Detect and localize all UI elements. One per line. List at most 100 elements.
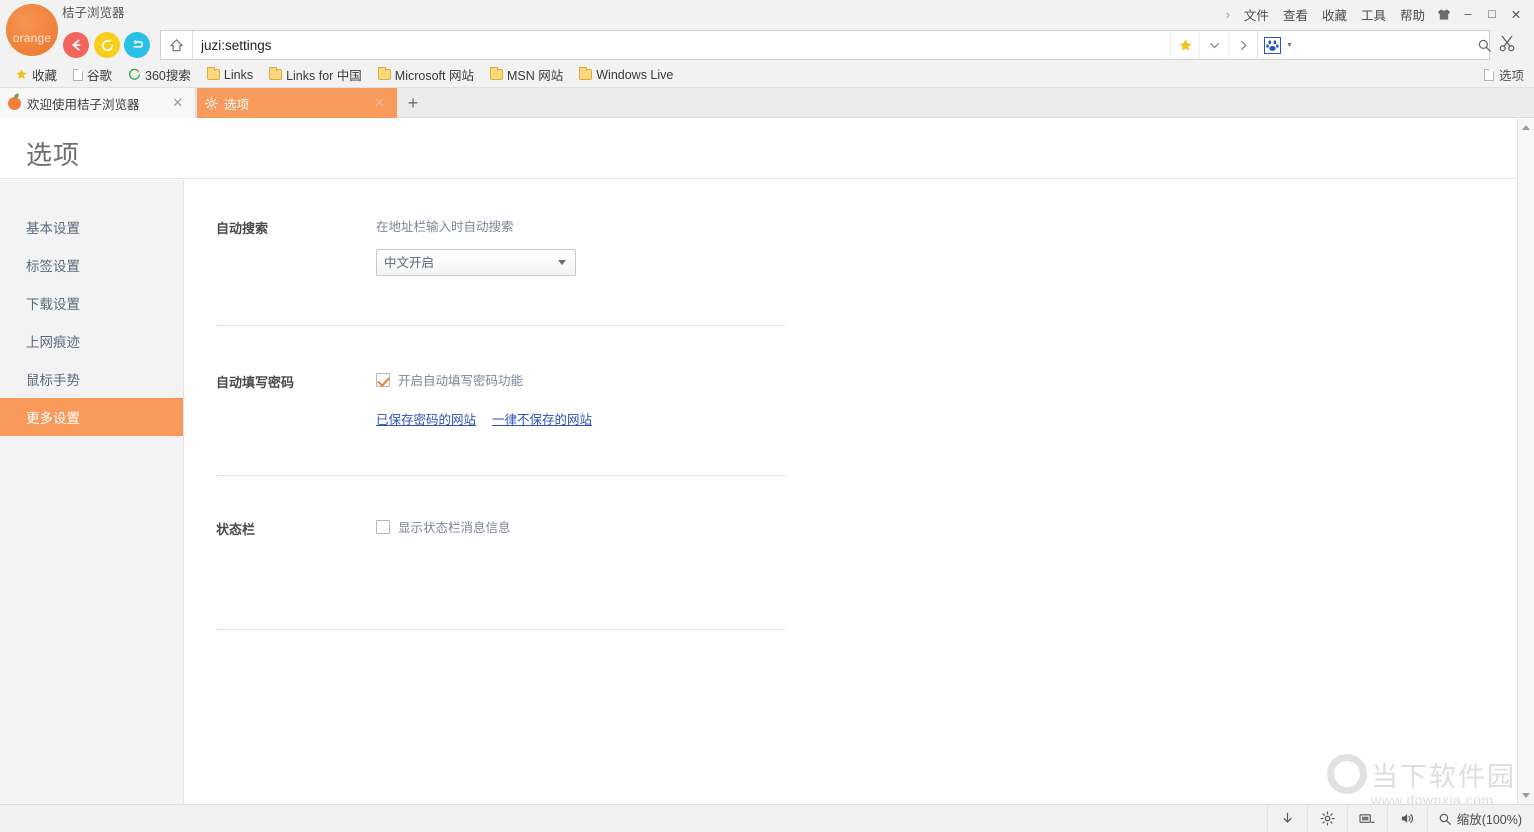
download-arrow-icon: [1280, 811, 1295, 826]
bookmark-label: Windows Live: [596, 68, 673, 82]
search-submit-button[interactable]: [1477, 38, 1492, 53]
page-header: 选项: [0, 119, 1534, 179]
vertical-scrollbar[interactable]: [1517, 119, 1534, 804]
close-button[interactable]: ✕: [1504, 3, 1528, 25]
app-title: 桔子浏览器: [62, 5, 125, 21]
zoom-control[interactable]: 缩放(100%): [1427, 805, 1534, 832]
360-icon: [128, 68, 141, 81]
reload-icon: [100, 38, 115, 53]
menu-favorites[interactable]: 收藏: [1315, 3, 1354, 26]
bookmark-star-button[interactable]: [1170, 31, 1199, 59]
search-input[interactable]: [1297, 38, 1473, 53]
search-box[interactable]: ▼: [1257, 31, 1489, 59]
tab-strip: 欢迎使用桔子浏览器 ✕ 选项 ✕ +: [0, 88, 1534, 118]
tab-options[interactable]: 选项 ✕: [197, 88, 397, 118]
triangle-up-icon: [1522, 125, 1530, 130]
sidebar-item-tabs[interactable]: 标签设置: [0, 246, 183, 284]
bookmark-label: 360搜索: [145, 65, 191, 84]
sidebar-item-gestures[interactable]: 鼠标手势: [0, 360, 183, 398]
bookmark-favorites[interactable]: 收藏: [8, 63, 64, 86]
bookmarks-bar: 收藏 谷歌 360搜索 Links Links for 中国 Microsoft…: [0, 62, 1534, 88]
bookmark-microsoft[interactable]: Microsoft 网站: [371, 63, 481, 86]
menu-expand-chevron[interactable]: ›: [1219, 7, 1237, 22]
maximize-button[interactable]: □: [1480, 3, 1504, 25]
saved-passwords-link[interactable]: 已保存密码的网站: [376, 409, 476, 428]
folder-icon: [207, 69, 220, 80]
menu-view[interactable]: 查看: [1276, 3, 1315, 26]
triangle-down-icon: [1522, 793, 1530, 798]
sidebar-item-basic[interactable]: 基本设置: [0, 208, 183, 246]
bookmark-label: MSN 网站: [507, 65, 563, 84]
tab-label: 选项: [224, 94, 364, 113]
sound-button[interactable]: [1387, 805, 1427, 832]
bookmark-label: Links: [224, 68, 253, 82]
section-divider: [216, 629, 786, 630]
never-saved-link[interactable]: 一律不保存的网站: [492, 409, 592, 428]
password-links: 已保存密码的网站 一律不保存的网站: [376, 409, 1534, 428]
bookmarks-options-label: 选项: [1499, 65, 1524, 84]
address-input[interactable]: [193, 31, 1170, 59]
window-menu: › 文件 查看 收藏 工具 帮助 – □ ✕: [1219, 2, 1528, 26]
scroll-up-button[interactable]: [1518, 119, 1534, 136]
autofill-password-checkbox-row[interactable]: 开启自动填写密码功能: [376, 370, 1534, 389]
tab-welcome[interactable]: 欢迎使用桔子浏览器 ✕: [0, 88, 196, 118]
back-button[interactable]: [63, 32, 89, 58]
bookmark-links[interactable]: Links: [200, 66, 260, 84]
orange-fruit-icon: [8, 97, 21, 110]
home-icon[interactable]: [161, 31, 193, 59]
go-arrow-icon: [1237, 39, 1250, 52]
section-label: 状态栏: [216, 517, 376, 538]
sidebar-item-history[interactable]: 上网痕迹: [0, 322, 183, 360]
download-button[interactable]: [1267, 805, 1307, 832]
go-button[interactable]: [1228, 31, 1257, 59]
address-dropdown-button[interactable]: [1199, 31, 1228, 59]
tab-close-button[interactable]: ✕: [168, 95, 187, 111]
auto-search-description: 在地址栏输入时自动搜索: [376, 216, 1534, 235]
scroll-down-button[interactable]: [1518, 787, 1534, 804]
window-mode-button[interactable]: [1347, 805, 1387, 832]
menu-tools[interactable]: 工具: [1354, 3, 1393, 26]
magnifier-icon: [1477, 38, 1492, 53]
scissors-icon: [1498, 34, 1517, 53]
bookmark-windows-live[interactable]: Windows Live: [572, 66, 680, 84]
autofill-password-label[interactable]: 开启自动填写密码功能: [398, 370, 523, 389]
page-body: 基本设置 标签设置 下载设置 上网痕迹 鼠标手势 更多设置 自动搜索 在地址栏输…: [0, 180, 1534, 804]
star-icon: [15, 68, 28, 81]
section-auto-search: 自动搜索 在地址栏输入时自动搜索 中文开启 关闭 全部开启: [216, 180, 1534, 276]
clip-button[interactable]: [1498, 34, 1517, 58]
bookmark-google[interactable]: 谷歌: [66, 63, 119, 86]
speaker-icon: [1400, 811, 1415, 826]
search-engine-caret[interactable]: ▼: [1286, 42, 1293, 49]
sidebar-item-more[interactable]: 更多设置: [0, 398, 183, 436]
auto-search-select[interactable]: 中文开启 关闭 全部开启: [376, 249, 576, 276]
statusbar-checkbox-row[interactable]: 显示状态栏消息信息: [376, 517, 1534, 536]
statusbar-label[interactable]: 显示状态栏消息信息: [398, 517, 511, 536]
bookmarks-options-button[interactable]: 选项: [1484, 65, 1524, 84]
autofill-password-checkbox[interactable]: [376, 373, 390, 387]
minimize-button[interactable]: –: [1456, 3, 1480, 25]
folder-icon: [490, 69, 503, 80]
bookmark-links-for-china[interactable]: Links for 中国: [262, 63, 369, 86]
menu-file[interactable]: 文件: [1237, 3, 1276, 26]
statusbar-checkbox[interactable]: [376, 520, 390, 534]
bookmark-msn[interactable]: MSN 网站: [483, 63, 570, 86]
home-return-button[interactable]: [124, 32, 150, 58]
shirt-icon[interactable]: [1432, 3, 1456, 25]
new-tab-button[interactable]: +: [400, 88, 426, 118]
settings-sidebar: 基本设置 标签设置 下载设置 上网痕迹 鼠标手势 更多设置: [0, 180, 184, 804]
folder-icon: [378, 69, 391, 80]
reload-button[interactable]: [94, 32, 120, 58]
sidebar-item-download[interactable]: 下载设置: [0, 284, 183, 322]
menu-help[interactable]: 帮助: [1393, 3, 1432, 26]
status-bar: 缩放(100%): [0, 804, 1534, 832]
chevron-down-icon: [1208, 39, 1221, 52]
app-logo-text: orange: [13, 31, 52, 56]
tab-close-button[interactable]: ✕: [370, 95, 389, 111]
bookmark-360search[interactable]: 360搜索: [121, 63, 198, 86]
address-bar[interactable]: ▼: [160, 30, 1490, 60]
bookmark-label: 谷歌: [87, 65, 112, 84]
settings-button[interactable]: [1307, 805, 1347, 832]
page-icon: [73, 69, 83, 81]
baidu-paw-icon[interactable]: [1264, 37, 1281, 54]
gear-icon: [1320, 811, 1335, 826]
